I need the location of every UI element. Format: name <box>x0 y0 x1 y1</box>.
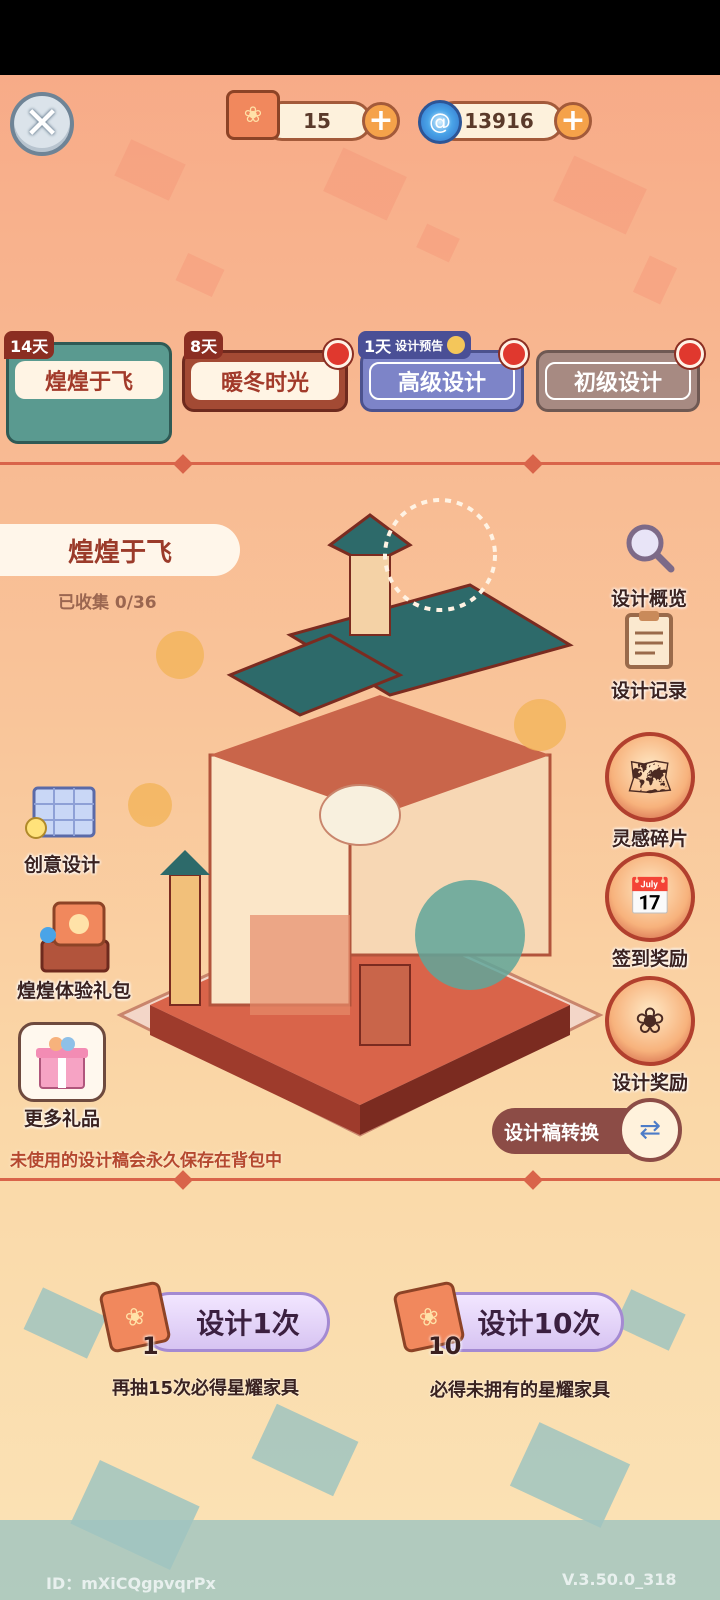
trial-pack-button[interactable]: 煌煌体验礼包 <box>6 898 142 1003</box>
version-label: V.3.50.0_318 <box>562 1570 677 1589</box>
creative-design-button[interactable]: 创意设计 <box>12 780 112 877</box>
draw-ten-cost: 10 <box>428 1332 462 1360</box>
convert-label: 设计稿转换 <box>504 1121 600 1144</box>
tab-label: 暖冬时光 <box>191 362 339 400</box>
tab-label: 初级设计 <box>545 362 691 400</box>
paper-fragment <box>251 1403 359 1497</box>
add-scroll-button[interactable]: + <box>362 102 400 140</box>
convert-scroll-icon[interactable]: ⇄ <box>618 1098 682 1162</box>
tab-basic-design[interactable]: 初级设计 <box>536 350 700 412</box>
days-text: 1天 <box>364 337 392 356</box>
design-overview-button[interactable]: 设计概览 <box>604 512 694 611</box>
preview-label: 设计预告 <box>395 338 444 353</box>
lotus-icon: ❀ <box>605 976 695 1066</box>
days-badge: 1天 设计预告 <box>358 331 472 359</box>
inspiration-count: 13916 <box>464 109 534 133</box>
creative-label: 创意设计 <box>23 854 100 876</box>
magnifier-icon <box>614 512 684 582</box>
magnifier-icon <box>447 336 466 354</box>
plus-icon: + <box>560 103 586 138</box>
blueprint-icon <box>17 780 107 848</box>
top-divider <box>0 462 720 465</box>
signin-label: 签到奖励 <box>611 948 688 970</box>
add-inspiration-button[interactable]: + <box>554 102 592 140</box>
storage-hint: 未使用的设计稿会永久保存在背包中 <box>10 1151 282 1171</box>
trial-pack-label: 煌煌体验礼包 <box>16 980 131 1002</box>
inspiration-fragments-button[interactable]: 🗺 灵感碎片 <box>602 732 698 851</box>
notification-dot <box>324 340 352 368</box>
design-reward-button[interactable]: ❀ 设计奖励 <box>602 976 698 1095</box>
draw-once-cost: 1 <box>142 1332 159 1360</box>
fragments-label: 灵感碎片 <box>611 828 688 850</box>
plus-icon: + <box>368 103 394 138</box>
paper-fragment <box>175 252 225 298</box>
gift-pack-icon <box>29 898 119 974</box>
more-gifts-label: 更多礼品 <box>23 1108 100 1130</box>
divider-ornament <box>523 1170 543 1190</box>
close-icon: ✕ <box>23 98 61 149</box>
days-badge: 8天 <box>184 331 224 359</box>
paper-fragment <box>509 1422 631 1528</box>
more-gifts-button[interactable]: 更多礼品 <box>14 1022 110 1131</box>
notification-dot <box>500 340 528 368</box>
tab-advanced-design[interactable]: 高级设计 <box>360 350 524 412</box>
paper-fragment <box>416 223 460 263</box>
gift-box-icon <box>18 1022 106 1102</box>
notification-dot <box>676 340 704 368</box>
paper-fragment <box>114 139 186 201</box>
paper-fragment <box>23 1287 107 1359</box>
divider-ornament <box>523 454 543 474</box>
paper-fragment <box>553 155 647 235</box>
divider-ornament <box>173 1170 193 1190</box>
reward-label: 设计奖励 <box>611 1072 688 1094</box>
paper-fragment <box>632 255 678 305</box>
status-bar <box>0 0 720 75</box>
bottom-divider <box>0 1178 720 1181</box>
clipboard-icon <box>614 604 684 674</box>
map-fragment-icon: 🗺 <box>605 732 695 822</box>
close-button[interactable]: ✕ <box>10 92 74 156</box>
days-badge: 14天 <box>4 331 55 359</box>
draw-ten-label: 设计10次 <box>477 1307 601 1340</box>
guarantee-hint: 必得未拥有的星耀家具 <box>430 1380 610 1401</box>
tab-label: 煌煌于飞 <box>15 361 163 399</box>
paper-fragment <box>614 1289 686 1351</box>
design-scroll-icon: ❀ <box>98 1280 172 1354</box>
draw-once-label: 设计1次 <box>196 1307 300 1340</box>
draw-once-button[interactable]: 设计1次 <box>140 1292 330 1352</box>
design-scroll-icon: ❀ <box>226 90 280 140</box>
signin-reward-button[interactable]: 📅 签到奖励 <box>602 852 698 971</box>
calendar-icon: 📅 <box>605 852 695 942</box>
swirl-icon: @ <box>418 100 462 144</box>
design-records-button[interactable]: 设计记录 <box>604 604 694 703</box>
palace-illustration[interactable] <box>110 495 610 1165</box>
divider-ornament <box>173 454 193 474</box>
scroll-count: 15 <box>303 109 331 133</box>
tab-nuandong[interactable]: 暖冬时光 <box>182 350 348 412</box>
records-label: 设计记录 <box>610 680 687 702</box>
player-id: ID：mXiCQgpvqrPx <box>46 1574 216 1593</box>
pity-hint: 再抽15次必得星耀家具 <box>112 1378 300 1399</box>
paper-fragment <box>323 147 407 221</box>
tab-label: 高级设计 <box>369 362 515 400</box>
